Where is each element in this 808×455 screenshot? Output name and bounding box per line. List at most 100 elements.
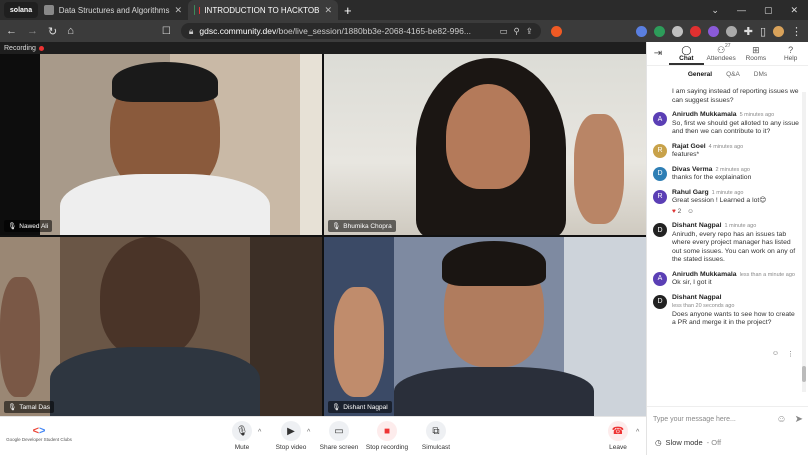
participant-name-tag: 🎙︎ Tamal Das bbox=[4, 401, 54, 413]
chat-message: I am saying instead of reporting issues … bbox=[653, 88, 799, 105]
video-tile[interactable]: 🎙︎ Bhumika Chopra bbox=[324, 54, 646, 235]
tab-attendees[interactable]: ⚇ 27 Attendees bbox=[704, 42, 739, 65]
chevron-down-icon[interactable]: ⌄ bbox=[711, 5, 719, 16]
chat-icon: ◯ bbox=[681, 45, 692, 55]
chevron-up-icon[interactable]: ^ bbox=[258, 429, 261, 436]
url-field[interactable]: 🔒︎ gdsc.community.dev/boe/live_session/1… bbox=[180, 23, 541, 39]
message-author: Divas Verma bbox=[672, 165, 713, 173]
add-reaction-icon[interactable]: ☺ bbox=[687, 208, 694, 215]
share-icon[interactable]: ⇪ bbox=[526, 26, 533, 37]
slow-mode-toggle[interactable]: ◷ Slow mode - Off bbox=[655, 438, 721, 447]
avatar: D bbox=[653, 166, 667, 181]
puzzle-icon[interactable]: ✚ bbox=[744, 25, 753, 38]
stop-recording-icon: ■ bbox=[377, 421, 397, 441]
participant-video bbox=[60, 174, 270, 235]
tab-chat[interactable]: ◯ Chat bbox=[669, 42, 704, 65]
mic-icon: 🎙︎ bbox=[332, 404, 341, 411]
tab-dsa[interactable]: Data Structures and Algorithms ✕ bbox=[38, 0, 188, 20]
grid-icon: ⊞ bbox=[752, 45, 760, 55]
message-text: Great session ! Learned a lot😊 bbox=[672, 197, 767, 204]
avatar: R bbox=[653, 143, 667, 158]
pinned-tab[interactable]: solana bbox=[4, 2, 38, 18]
avatar: D bbox=[653, 294, 667, 309]
video-tile[interactable]: 🎙︎ Dishant Nagpal bbox=[324, 237, 646, 416]
chevron-up-icon[interactable]: ^ bbox=[636, 429, 639, 436]
tab-hacktoberfest[interactable]: INTRODUCTION TO HACKTOB ✕ bbox=[188, 0, 338, 20]
chat-input[interactable]: Type your message here... bbox=[653, 416, 768, 423]
reaction-row[interactable]: ♥ 2 ☺ bbox=[672, 208, 799, 217]
phone-hangup-icon: ☎ bbox=[608, 421, 628, 441]
participant-video bbox=[334, 287, 384, 397]
video-grid: 🎙︎ Nawed Ali 🎙︎ Bhumika Chopra 🎙︎ Tamal … bbox=[0, 54, 646, 416]
camera-icon[interactable]: ▭ bbox=[499, 26, 507, 37]
message-text: Anirudh, every repo has an issues tab wh… bbox=[672, 230, 796, 264]
video-camera-icon: ▶ bbox=[281, 421, 301, 441]
bookmark-icon[interactable]: ☐ bbox=[162, 26, 171, 37]
video-tile[interactable]: 🎙︎ Tamal Das bbox=[0, 237, 322, 416]
close-window-icon[interactable]: ✕ bbox=[790, 5, 798, 16]
mute-button[interactable]: 🎙︎ Mute bbox=[218, 421, 266, 451]
tab-help[interactable]: ? Help bbox=[773, 42, 808, 65]
chat-scrollbar[interactable] bbox=[802, 92, 806, 392]
leave-button[interactable]: ☎ Leave bbox=[594, 421, 642, 451]
close-icon[interactable]: ✕ bbox=[174, 5, 182, 16]
participant-video bbox=[112, 62, 218, 102]
share-screen-button[interactable]: ▭ Share screen bbox=[315, 421, 363, 451]
subtab-general[interactable]: General bbox=[688, 71, 712, 78]
stop-video-label: Stop video bbox=[275, 444, 307, 451]
url-path: /boe/live_session/1880bb3e-2068-4165-be8… bbox=[276, 26, 471, 36]
profile-avatar[interactable] bbox=[773, 25, 784, 37]
extension-icon[interactable] bbox=[653, 25, 665, 37]
send-icon[interactable]: ➤ bbox=[795, 414, 803, 425]
back-icon[interactable]: ← bbox=[6, 25, 17, 37]
meeting-toolbar: <> Google Developer Student Clubs 🎙︎ Mut… bbox=[0, 416, 646, 455]
stop-recording-button[interactable]: ■ Stop recording bbox=[363, 421, 411, 451]
mute-label: Mute bbox=[234, 444, 250, 451]
message-time: 5 minutes ago bbox=[739, 112, 775, 118]
slow-mode-state: - Off bbox=[706, 438, 722, 447]
subtab-dms[interactable]: DMs bbox=[754, 71, 767, 78]
scrollbar-thumb[interactable] bbox=[802, 366, 806, 382]
extension-icon[interactable] bbox=[635, 25, 647, 37]
zoom-icon[interactable]: ⚲ bbox=[513, 26, 519, 37]
message-time: less than a minute ago bbox=[739, 271, 795, 278]
message-text: thanks for the explaination bbox=[672, 174, 752, 181]
tab-label: Help bbox=[783, 55, 798, 62]
heart-icon: ♥ bbox=[672, 207, 676, 215]
participant-name: Dishant Nagpal bbox=[343, 403, 388, 411]
simulcast-button[interactable]: ⧉ Simulcast bbox=[412, 421, 460, 451]
participant-video bbox=[442, 241, 546, 286]
message-author: Anirudh Mukkamala bbox=[672, 111, 737, 118]
forward-icon[interactable]: → bbox=[27, 25, 38, 37]
new-tab-button[interactable]: + bbox=[344, 3, 352, 18]
maximize-icon[interactable]: ▢ bbox=[764, 5, 773, 16]
extensions: ✚ ▯ ⋮ bbox=[635, 25, 802, 38]
mic-icon: 🎙︎ bbox=[332, 223, 341, 230]
chevron-up-icon[interactable]: ^ bbox=[307, 429, 310, 436]
brave-shield-icon[interactable] bbox=[550, 25, 562, 37]
subtab-qa[interactable]: Q&A bbox=[726, 71, 740, 78]
extension-icon[interactable] bbox=[725, 25, 737, 37]
message-text: I am saying instead of reporting issues … bbox=[672, 88, 799, 104]
video-tile[interactable]: 🎙︎ Nawed Ali bbox=[0, 54, 322, 235]
participant-name: Tamal Das bbox=[19, 403, 50, 411]
minimize-icon[interactable]: — bbox=[737, 5, 746, 16]
menu-icon[interactable]: ⋮ bbox=[791, 25, 802, 38]
tab-rooms[interactable]: ⊞ Rooms bbox=[739, 42, 774, 65]
add-reaction-icon[interactable]: ☺ bbox=[772, 350, 779, 358]
emoji-icon[interactable]: ☺ bbox=[776, 414, 786, 425]
reload-icon[interactable]: ↻ bbox=[48, 25, 57, 38]
collapse-sidebar-icon[interactable]: ⇥ bbox=[647, 42, 669, 65]
sidebar: ⇥ ◯ Chat ⚇ 27 Attendees ⊞ Rooms ? Help G… bbox=[646, 42, 808, 455]
clock-icon: ◷ bbox=[655, 438, 662, 447]
extension-icon[interactable] bbox=[707, 25, 719, 37]
home-icon[interactable]: ⌂ bbox=[67, 25, 74, 37]
stop-video-button[interactable]: ▶ Stop video bbox=[267, 421, 315, 451]
extension-icon[interactable] bbox=[689, 25, 701, 37]
more-options-icon[interactable]: ⋮ bbox=[787, 350, 794, 358]
tab-label: Chat bbox=[679, 55, 694, 62]
message-author: Dishant Nagpal bbox=[672, 222, 722, 229]
sidebar-icon[interactable]: ▯ bbox=[760, 25, 766, 38]
extension-icon[interactable] bbox=[671, 25, 683, 37]
close-icon[interactable]: ✕ bbox=[324, 5, 332, 16]
